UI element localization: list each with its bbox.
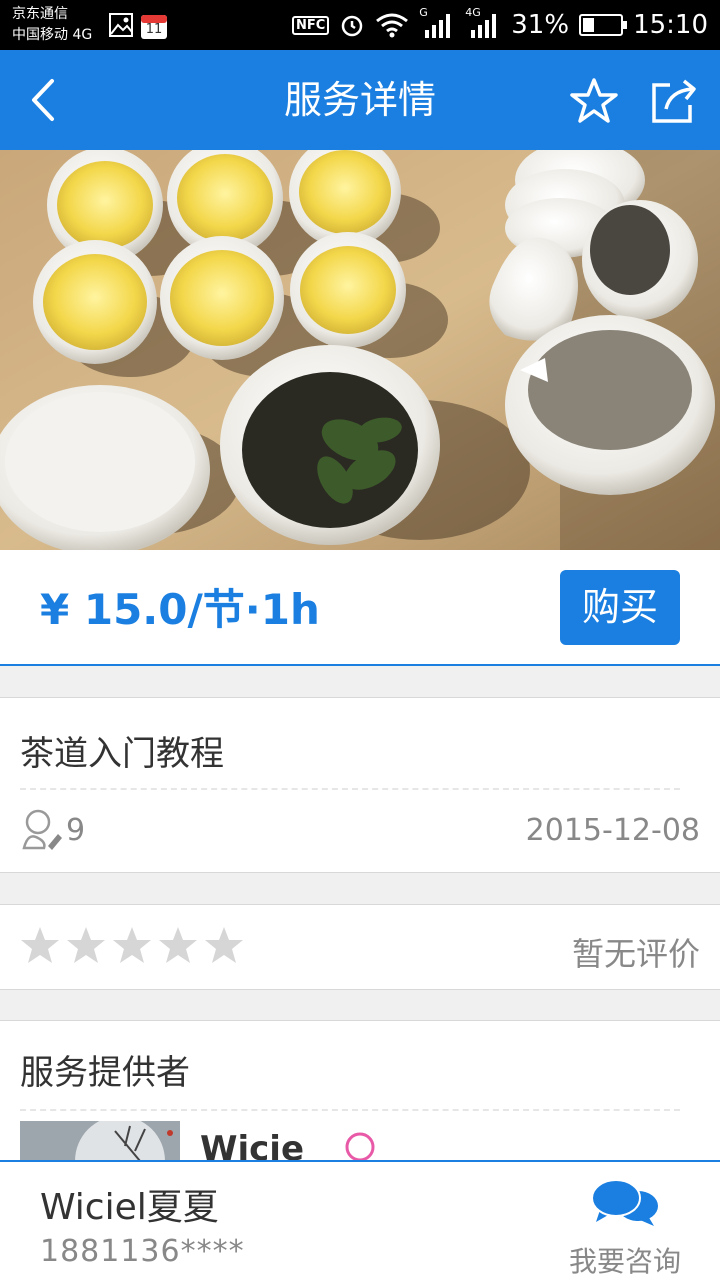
status-bar: 京东通信 中国移动 4G 11 NFC G 4G 31% 15:10 xyxy=(0,0,720,50)
back-button[interactable] xyxy=(22,75,72,125)
star-icon xyxy=(205,927,243,963)
battery-percent: 31% xyxy=(511,10,570,40)
status-icons: NFC G 4G 31% 15:10 xyxy=(291,0,708,50)
rating-card[interactable]: 暂无评价 xyxy=(0,904,720,990)
wifi-icon xyxy=(376,13,409,38)
service-info-card: 茶道入门教程 9 2015-12-08 xyxy=(0,697,720,873)
clock: 15:10 xyxy=(633,10,708,40)
nfc-icon: NFC xyxy=(291,15,330,35)
app-header: 服务详情 xyxy=(0,50,720,150)
user-pen-icon xyxy=(22,809,62,850)
carrier-2: 中国移动 4G xyxy=(12,27,93,43)
contact-phone: 1881136**** xyxy=(40,1234,245,1269)
star-icon xyxy=(159,927,197,963)
signal-1-icon: G xyxy=(419,6,455,40)
carrier-info: 京东通信 中国移动 4G xyxy=(12,4,92,46)
star-icon xyxy=(67,927,105,963)
star-rating xyxy=(20,925,244,965)
calendar-icon: 11 xyxy=(140,12,168,40)
buy-button[interactable]: 购买 xyxy=(560,570,680,645)
battery-icon xyxy=(579,14,628,36)
chevron-left-icon xyxy=(32,79,54,121)
chat-bubbles-icon xyxy=(591,1179,658,1226)
gallery-icon xyxy=(109,13,133,37)
price-label: ¥ 15.0/节·1h xyxy=(40,585,320,634)
service-photo xyxy=(0,150,720,550)
alarm-icon xyxy=(342,15,363,37)
publish-date: 2015-12-08 xyxy=(525,813,700,848)
star-icon xyxy=(21,927,59,963)
no-review-label: 暂无评价 xyxy=(571,935,700,973)
consult-label: 我要咨询 xyxy=(568,1245,681,1278)
star-icon xyxy=(113,927,151,963)
carrier-1: 京东通信 xyxy=(12,6,68,22)
contact-name: Wiciel夏夏 xyxy=(40,1187,219,1228)
price-row: ¥ 15.0/节·1h 购买 xyxy=(0,550,720,666)
bottom-bar: Wiciel夏夏 1881136**** 我要咨询 xyxy=(0,1160,720,1282)
provider-card[interactable]: 服务提供者 Wicie xyxy=(0,1020,720,1182)
tea-set-photo xyxy=(0,150,720,550)
consult-button[interactable]: 我要咨询 xyxy=(560,1172,690,1278)
view-count: 9 xyxy=(66,813,86,848)
provider-heading: 服务提供者 xyxy=(20,1053,190,1093)
signal-2-icon: 4G xyxy=(465,6,501,40)
share-icon xyxy=(652,79,696,123)
favorite-button[interactable] xyxy=(568,75,620,127)
calendar-day: 11 xyxy=(145,22,163,37)
provider-avatar[interactable] xyxy=(20,1121,180,1161)
service-title: 茶道入门教程 xyxy=(20,734,224,774)
divider xyxy=(20,1109,680,1111)
share-button[interactable] xyxy=(648,75,700,127)
divider xyxy=(20,788,680,790)
star-outline-icon xyxy=(570,78,618,123)
